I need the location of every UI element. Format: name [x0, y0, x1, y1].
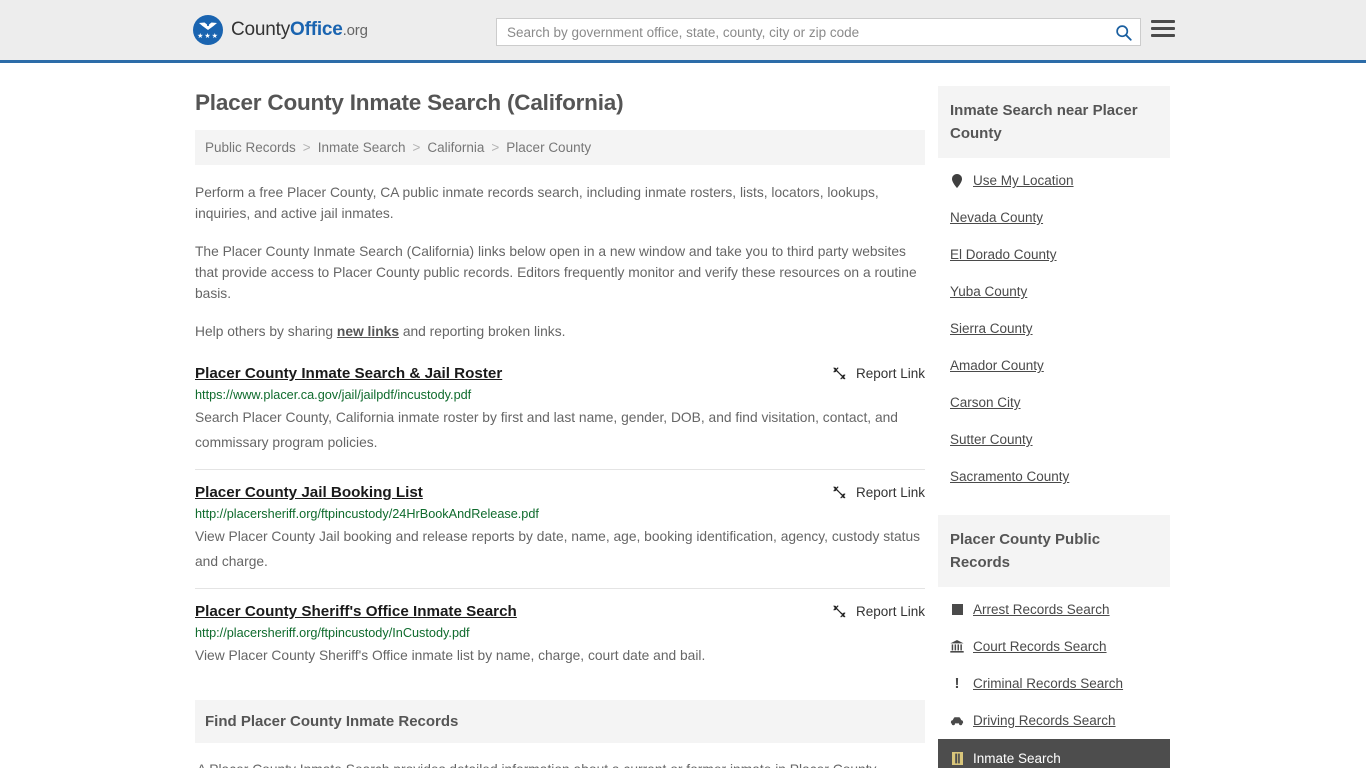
sidebar-link-label[interactable]: El Dorado County	[950, 247, 1057, 262]
sidebar-nearby-list: Use My Location Nevada County El Dorado …	[938, 158, 1170, 495]
report-link-button[interactable]: Report Link	[832, 484, 925, 500]
intro-paragraph-3: Help others by sharing new links and rep…	[195, 321, 925, 342]
sidebar-link-label[interactable]: Carson City	[950, 395, 1021, 410]
sidebar-item-sutter-county[interactable]: Sutter County	[938, 421, 1170, 458]
site-header: ★★★ CountyOffice.org	[0, 0, 1366, 63]
sidebar-link-label[interactable]: Sutter County	[950, 432, 1033, 447]
sidebar-link-label[interactable]: Arrest Records Search	[973, 602, 1110, 617]
result-url: https://www.placer.ca.gov/jail/jailpdf/i…	[195, 388, 472, 402]
result-url: http://placersheriff.org/ftpincustody/24…	[195, 507, 539, 521]
breadcrumb-separator: >	[491, 140, 500, 155]
site-logo[interactable]: ★★★ CountyOffice.org	[193, 15, 368, 45]
sidebar-item-sacramento-county[interactable]: Sacramento County	[938, 458, 1170, 495]
report-link-button[interactable]: Report Link	[832, 365, 925, 381]
sidebar-item-sierra-county[interactable]: Sierra County	[938, 310, 1170, 347]
hamburger-bar	[1151, 27, 1175, 30]
logo-text-county: County	[231, 19, 291, 40]
breadcrumb-separator: >	[302, 140, 311, 155]
car-icon	[950, 716, 964, 726]
intro-paragraph-2: The Placer County Inmate Search (Califor…	[195, 244, 917, 301]
sidebar-nearby-heading: Inmate Search near Placer County	[938, 86, 1170, 158]
sidebar-item-carson-city[interactable]: Carson City	[938, 384, 1170, 421]
find-records-panel-heading: Find Placer County Inmate Records	[195, 700, 925, 743]
sidebar-link-label[interactable]: Amador County	[950, 358, 1044, 373]
result-title-link[interactable]: Placer County Jail Booking List	[195, 484, 423, 501]
breadcrumb-item-california[interactable]: California	[427, 140, 484, 155]
report-link-label: Report Link	[855, 485, 925, 500]
breadcrumb-separator: >	[412, 140, 421, 155]
jail-door-icon	[950, 752, 964, 765]
sidebar-link-label[interactable]: Sierra County	[950, 321, 1033, 336]
sidebar-item-driving-records-search[interactable]: Driving Records Search	[938, 702, 1170, 739]
search-button[interactable]	[1106, 19, 1140, 45]
report-link-button[interactable]: Report Link	[832, 603, 925, 619]
logo-wordmark: CountyOffice.org	[231, 19, 368, 41]
broken-chain-icon	[833, 605, 846, 618]
report-link-label: Report Link	[855, 604, 925, 619]
page-body: Placer County Inmate Search (California)…	[0, 63, 1366, 768]
hamburger-menu-icon[interactable]	[1151, 20, 1175, 37]
sidebar-link-label[interactable]: Use My Location	[973, 173, 1074, 188]
sidebar: Inmate Search near Placer County Use My …	[938, 63, 1170, 768]
map-pin-icon	[950, 173, 964, 188]
sidebar-link-label[interactable]: Yuba County	[950, 284, 1027, 299]
intro-paragraph-1: Perform a free Placer County, CA public …	[195, 185, 879, 221]
intro-text-before: Help others by sharing	[195, 324, 337, 339]
broken-chain-icon	[833, 367, 846, 380]
result-description: Search Placer County, California inmate …	[195, 410, 898, 450]
sidebar-link-label[interactable]: Driving Records Search	[973, 713, 1116, 728]
sidebar-public-records-heading: Placer County Public Records	[938, 515, 1170, 587]
main-content: Placer County Inmate Search (California)…	[195, 63, 925, 768]
result-description: View Placer County Jail booking and rele…	[195, 529, 921, 569]
breadcrumb-item-public-records[interactable]: Public Records	[205, 140, 296, 155]
sidebar-item-yuba-county[interactable]: Yuba County	[938, 273, 1170, 310]
broken-chain-icon	[833, 486, 846, 499]
result-description: View Placer County Sheriff's Office inma…	[195, 648, 706, 663]
search-icon	[1115, 24, 1132, 41]
logo-text-office: Office	[290, 19, 343, 40]
sidebar-item-amador-county[interactable]: Amador County	[938, 347, 1170, 384]
search-bar[interactable]	[496, 18, 1141, 46]
sidebar-link-label[interactable]: Court Records Search	[973, 639, 1107, 654]
exclamation-icon: !	[954, 674, 960, 692]
report-link-label: Report Link	[855, 366, 925, 381]
result-url: http://placersheriff.org/ftpincustody/In…	[195, 626, 470, 640]
new-links-link[interactable]: new links	[337, 324, 399, 339]
hamburger-bar	[1151, 34, 1175, 37]
sidebar-link-label[interactable]: Sacramento County	[950, 469, 1069, 484]
result-item: Placer County Jail Booking List Report L…	[195, 469, 925, 588]
result-title-link[interactable]: Placer County Sheriff's Office Inmate Se…	[195, 603, 517, 620]
sidebar-link-label[interactable]: Criminal Records Search	[973, 676, 1123, 691]
sidebar-item-el-dorado-county[interactable]: El Dorado County	[938, 236, 1170, 273]
sidebar-item-inmate-search[interactable]: Inmate Search	[938, 739, 1170, 768]
logo-text-org: .org	[342, 22, 368, 39]
breadcrumb-item-placer-county[interactable]: Placer County	[506, 140, 591, 155]
sidebar-item-nevada-county[interactable]: Nevada County	[938, 199, 1170, 236]
sidebar-item-arrest-records-search[interactable]: Arrest Records Search	[938, 591, 1170, 628]
sidebar-item-use-my-location[interactable]: Use My Location	[938, 162, 1170, 199]
breadcrumb: Public Records > Inmate Search > Califor…	[195, 130, 925, 165]
page-title: Placer County Inmate Search (California)	[195, 90, 624, 115]
fingerprint-icon	[950, 604, 964, 615]
find-records-panel-body: A Placer County Inmate Search provides d…	[195, 743, 925, 768]
sidebar-link-label[interactable]: Inmate Search	[973, 751, 1061, 766]
result-item: Placer County Inmate Search & Jail Roste…	[195, 365, 925, 469]
result-title-link[interactable]: Placer County Inmate Search & Jail Roste…	[195, 365, 502, 382]
sidebar-link-label[interactable]: Nevada County	[950, 210, 1043, 225]
result-item: Placer County Sheriff's Office Inmate Se…	[195, 588, 925, 682]
sidebar-item-criminal-records-search[interactable]: ! Criminal Records Search	[938, 665, 1170, 702]
breadcrumb-item-inmate-search[interactable]: Inmate Search	[318, 140, 406, 155]
sidebar-item-court-records-search[interactable]: Court Records Search	[938, 628, 1170, 665]
sidebar-public-records-list: Arrest Records Search Court Records Sear…	[938, 587, 1170, 768]
intro-text-after: and reporting broken links.	[399, 324, 566, 339]
courthouse-icon	[950, 640, 964, 653]
result-list: Placer County Inmate Search & Jail Roste…	[195, 365, 925, 682]
search-input[interactable]	[497, 19, 1106, 45]
hamburger-bar	[1151, 20, 1175, 23]
countyoffice-logo-icon: ★★★	[193, 15, 223, 45]
eagle-icon	[199, 22, 217, 30]
stars-glyph: ★★★	[197, 33, 219, 40]
